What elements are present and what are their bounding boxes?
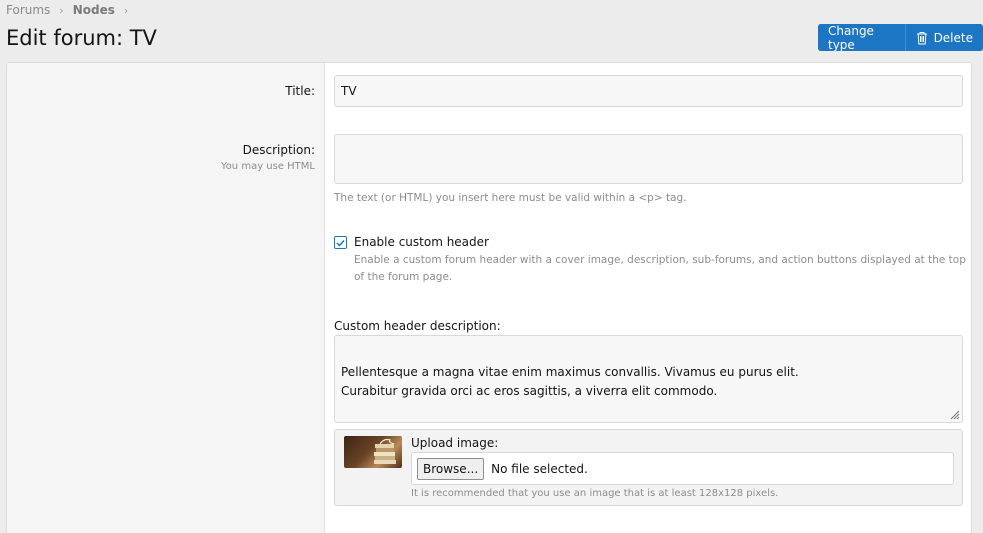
file-status: No file selected. <box>491 461 588 476</box>
title-label: Title: <box>285 84 315 98</box>
edit-forum-form: Title: TV Description: You may use HTML … <box>6 62 972 533</box>
description-explain: The text (or HTML) you insert here must … <box>334 192 687 204</box>
books-image-icon <box>374 438 396 464</box>
description-input[interactable] <box>334 134 963 184</box>
breadcrumb: Forums › Nodes › <box>6 3 137 17</box>
header-actions: Change type Delete <box>818 24 983 51</box>
change-type-label: Change type <box>828 24 874 51</box>
custom-header-label[interactable]: Enable custom header <box>354 235 489 249</box>
title-input[interactable]: TV <box>334 75 963 107</box>
delete-button[interactable]: Delete <box>904 24 983 51</box>
custom-header-checkbox[interactable] <box>334 236 347 249</box>
breadcrumb-separator-icon: › <box>123 3 129 17</box>
breadcrumb-separator-icon: › <box>59 3 64 17</box>
breadcrumb-nodes[interactable]: Nodes <box>73 3 115 17</box>
upload-image-label: Upload image: <box>411 436 499 450</box>
browse-button[interactable]: Browse... <box>417 457 485 480</box>
custom-header-description-text: Pellentesque a magna vitae enim maximus … <box>341 365 799 398</box>
form-label-column <box>7 63 325 533</box>
trash-icon <box>916 31 927 44</box>
delete-label: Delete <box>933 30 973 45</box>
cover-image-thumbnail <box>344 436 402 468</box>
page-title: Edit forum: TV <box>6 26 157 50</box>
description-label: Description: <box>242 143 315 157</box>
custom-header-description-textarea[interactable]: Pellentesque a magna vitae enim maximus … <box>334 335 963 423</box>
file-input[interactable]: Browse... No file selected. <box>411 452 954 485</box>
upload-hint: It is recommended that you use an image … <box>411 488 779 499</box>
breadcrumb-forums[interactable]: Forums <box>6 3 50 17</box>
change-type-button[interactable]: Change type <box>818 24 905 51</box>
checkmark-icon <box>336 239 345 247</box>
resize-handle-icon[interactable] <box>948 408 960 420</box>
description-hint: You may use HTML <box>220 161 315 172</box>
custom-header-description-label: Custom header description: <box>334 319 501 333</box>
image-upload-area: Upload image: Browse... No file selected… <box>334 429 963 506</box>
custom-header-hint: Enable a custom forum header with a cove… <box>354 254 966 283</box>
